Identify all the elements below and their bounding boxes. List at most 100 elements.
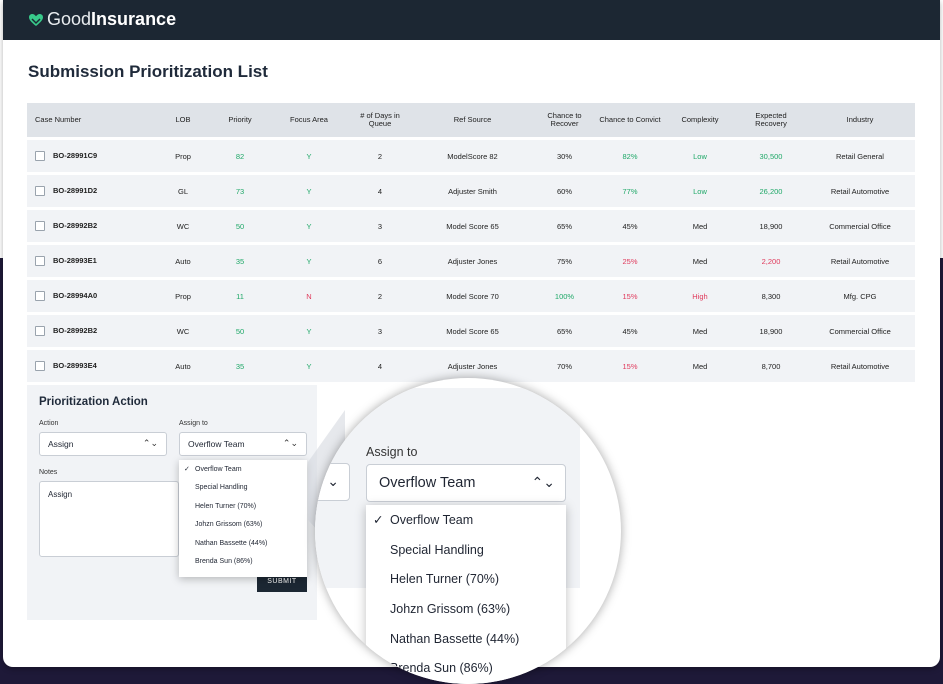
- table-row[interactable]: BO-28992B2 WC 50 Y 3 Model Score 65 65% …: [27, 315, 915, 347]
- lob-cell: GL: [157, 175, 209, 207]
- industry-cell: Mfg. CPG: [805, 280, 915, 312]
- complexity-cell: Med: [663, 245, 737, 277]
- row-checkbox[interactable]: [35, 326, 45, 336]
- chance-convict-cell: 15%: [597, 280, 663, 312]
- action-select-value: Assign: [48, 439, 74, 449]
- magnified-select-value: Overflow Team: [379, 475, 476, 491]
- row-checkbox[interactable]: [35, 361, 45, 371]
- notes-textarea[interactable]: Assign: [39, 481, 179, 557]
- case-cell: BO-28993E4: [27, 350, 157, 382]
- dropdown-option-overflow-team[interactable]: ✓ Overflow Team: [179, 460, 307, 479]
- dropdown-option-helen-turner[interactable]: Helen Turner (70%): [366, 564, 566, 594]
- magnified-action-select[interactable]: ⌃⌄: [315, 463, 350, 501]
- table-row[interactable]: BO-28993E1 Auto 35 Y 6 Adjuster Jones 75…: [27, 245, 915, 277]
- days-cell: 2: [347, 280, 413, 312]
- expected-recovery-cell: 8,300: [737, 280, 805, 312]
- case-number: BO-28993E4: [53, 360, 97, 370]
- option-label: Brenda Sun (86%): [195, 558, 253, 566]
- table-row[interactable]: BO-28991D2 GL 73 Y 4 Adjuster Smith 60% …: [27, 175, 915, 207]
- col-header-complexity[interactable]: Complexity: [663, 103, 737, 137]
- top-navbar: Good Insurance: [3, 0, 940, 40]
- dropdown-option-nathan-bassette[interactable]: Nathan Bassette (44%): [366, 624, 566, 654]
- table-row[interactable]: BO-28991C9 Prop 82 Y 2 ModelScore 82 30%…: [27, 140, 915, 172]
- days-cell: 3: [347, 315, 413, 347]
- dropdown-option-special-handling[interactable]: Special Handling: [179, 479, 307, 498]
- days-cell: 4: [347, 175, 413, 207]
- dropdown-option-johzn-grissom[interactable]: Johzn Grissom (63%): [366, 594, 566, 624]
- row-checkbox[interactable]: [35, 151, 45, 161]
- ref-source-cell: Model Score 70: [413, 280, 532, 312]
- ref-source-cell: Adjuster Smith: [413, 175, 532, 207]
- dropdown-option-nathan-bassette[interactable]: Nathan Bassette (44%): [179, 534, 307, 553]
- case-cell: BO-28994A0: [27, 280, 157, 312]
- col-header-priority[interactable]: Priority: [209, 103, 271, 137]
- col-header-industry[interactable]: Industry: [805, 103, 915, 137]
- case-number: BO-28994A0: [53, 290, 98, 300]
- row-checkbox[interactable]: [35, 186, 45, 196]
- assign-to-dropdown-menu: ✓ Overflow Team Special Handling Helen Tu…: [179, 460, 307, 577]
- chance-convict-cell: 45%: [597, 210, 663, 242]
- chevron-up-down-icon: ⌃⌄: [142, 438, 158, 448]
- magnified-dropdown-menu: ✓ Overflow Team Special Handling Helen Tu…: [366, 505, 566, 684]
- industry-cell: Retail Automotive: [805, 245, 915, 277]
- chevron-up-down-icon: ⌃⌄: [315, 473, 339, 489]
- table-row[interactable]: BO-28992B2 WC 50 Y 3 Model Score 65 65% …: [27, 210, 915, 242]
- dropdown-option-brenda-sun[interactable]: Brenda Sun (86%): [179, 553, 307, 572]
- col-header-ref-source[interactable]: Ref Source: [413, 103, 532, 137]
- dropdown-option-helen-turner[interactable]: Helen Turner (70%): [179, 497, 307, 516]
- expected-recovery-cell: 26,200: [737, 175, 805, 207]
- prioritization-table: Case Number LOB Priority Focus Area # of…: [27, 100, 915, 385]
- col-header-lob[interactable]: LOB: [157, 103, 209, 137]
- industry-cell: Commercial Office: [805, 210, 915, 242]
- col-header-expected-recovery[interactable]: Expected Recovery: [737, 103, 805, 137]
- chance-convict-cell: 77%: [597, 175, 663, 207]
- focus-area-cell: Y: [271, 140, 347, 172]
- priority-cell: 50: [209, 210, 271, 242]
- magnified-assign-to-select[interactable]: Overflow Team ⌃⌄: [366, 464, 566, 502]
- col-header-chance-recover[interactable]: Chance to Recover: [532, 103, 597, 137]
- days-cell: 6: [347, 245, 413, 277]
- row-checkbox[interactable]: [35, 256, 45, 266]
- complexity-cell: Low: [663, 140, 737, 172]
- notes-label: Notes: [39, 469, 58, 476]
- checkmark-icon: ✓: [373, 513, 384, 528]
- col-header-chance-convict[interactable]: Chance to Convict: [597, 103, 663, 137]
- chance-recover-cell: 30%: [532, 140, 597, 172]
- chevron-up-down-icon: ⌃⌄: [282, 438, 298, 448]
- assign-to-select-value: Overflow Team: [188, 439, 245, 449]
- dropdown-option-brenda-sun[interactable]: Brenda Sun (86%): [366, 653, 566, 683]
- page-title: Submission Prioritization List: [28, 62, 268, 81]
- chance-recover-cell: 60%: [532, 175, 597, 207]
- dropdown-option-johzn-grissom[interactable]: Johzn Grissom (63%): [179, 516, 307, 535]
- col-header-case-number[interactable]: Case Number: [27, 103, 157, 137]
- magnified-dropdown-view: ⌃⌄ Assign to Overflow Team ⌃⌄ ✓ Overflow …: [315, 378, 621, 684]
- action-select[interactable]: Assign ⌃⌄: [39, 432, 167, 456]
- dropdown-option-special-handling[interactable]: Special Handling: [366, 535, 566, 565]
- complexity-cell: Med: [663, 210, 737, 242]
- priority-cell: 11: [209, 280, 271, 312]
- focus-area-cell: Y: [271, 245, 347, 277]
- case-cell: BO-28991C9: [27, 140, 157, 172]
- option-label: Special Handling: [390, 542, 484, 557]
- expected-recovery-cell: 18,900: [737, 315, 805, 347]
- dropdown-option-overflow-team[interactable]: ✓ Overflow Team: [366, 505, 566, 535]
- expected-recovery-cell: 2,200: [737, 245, 805, 277]
- case-cell: BO-28993E1: [27, 245, 157, 277]
- option-label: Brenda Sun (86%): [390, 661, 493, 676]
- assign-to-select[interactable]: Overflow Team ⌃⌄: [179, 432, 307, 456]
- brand-name-part2: Insurance: [91, 9, 177, 29]
- chance-recover-cell: 65%: [532, 210, 597, 242]
- row-checkbox[interactable]: [35, 221, 45, 231]
- chevron-up-down-icon: ⌃⌄: [531, 474, 555, 490]
- brand-logo[interactable]: Good Insurance: [28, 9, 176, 30]
- case-cell: BO-28992B2: [27, 315, 157, 347]
- prioritization-action-panel: Prioritization Action Action Assign ⌃⌄ A…: [27, 385, 317, 620]
- priority-cell: 35: [209, 245, 271, 277]
- case-number: BO-28991C9: [53, 150, 98, 160]
- table-row[interactable]: BO-28994A0 Prop 11 N 2 Model Score 70 10…: [27, 280, 915, 312]
- col-header-focus-area[interactable]: Focus Area: [271, 103, 347, 137]
- row-checkbox[interactable]: [35, 291, 45, 301]
- col-header-days-in-queue[interactable]: # of Days in Queue: [347, 103, 413, 137]
- ref-source-cell: ModelScore 82: [413, 140, 532, 172]
- chance-convict-cell: 82%: [597, 140, 663, 172]
